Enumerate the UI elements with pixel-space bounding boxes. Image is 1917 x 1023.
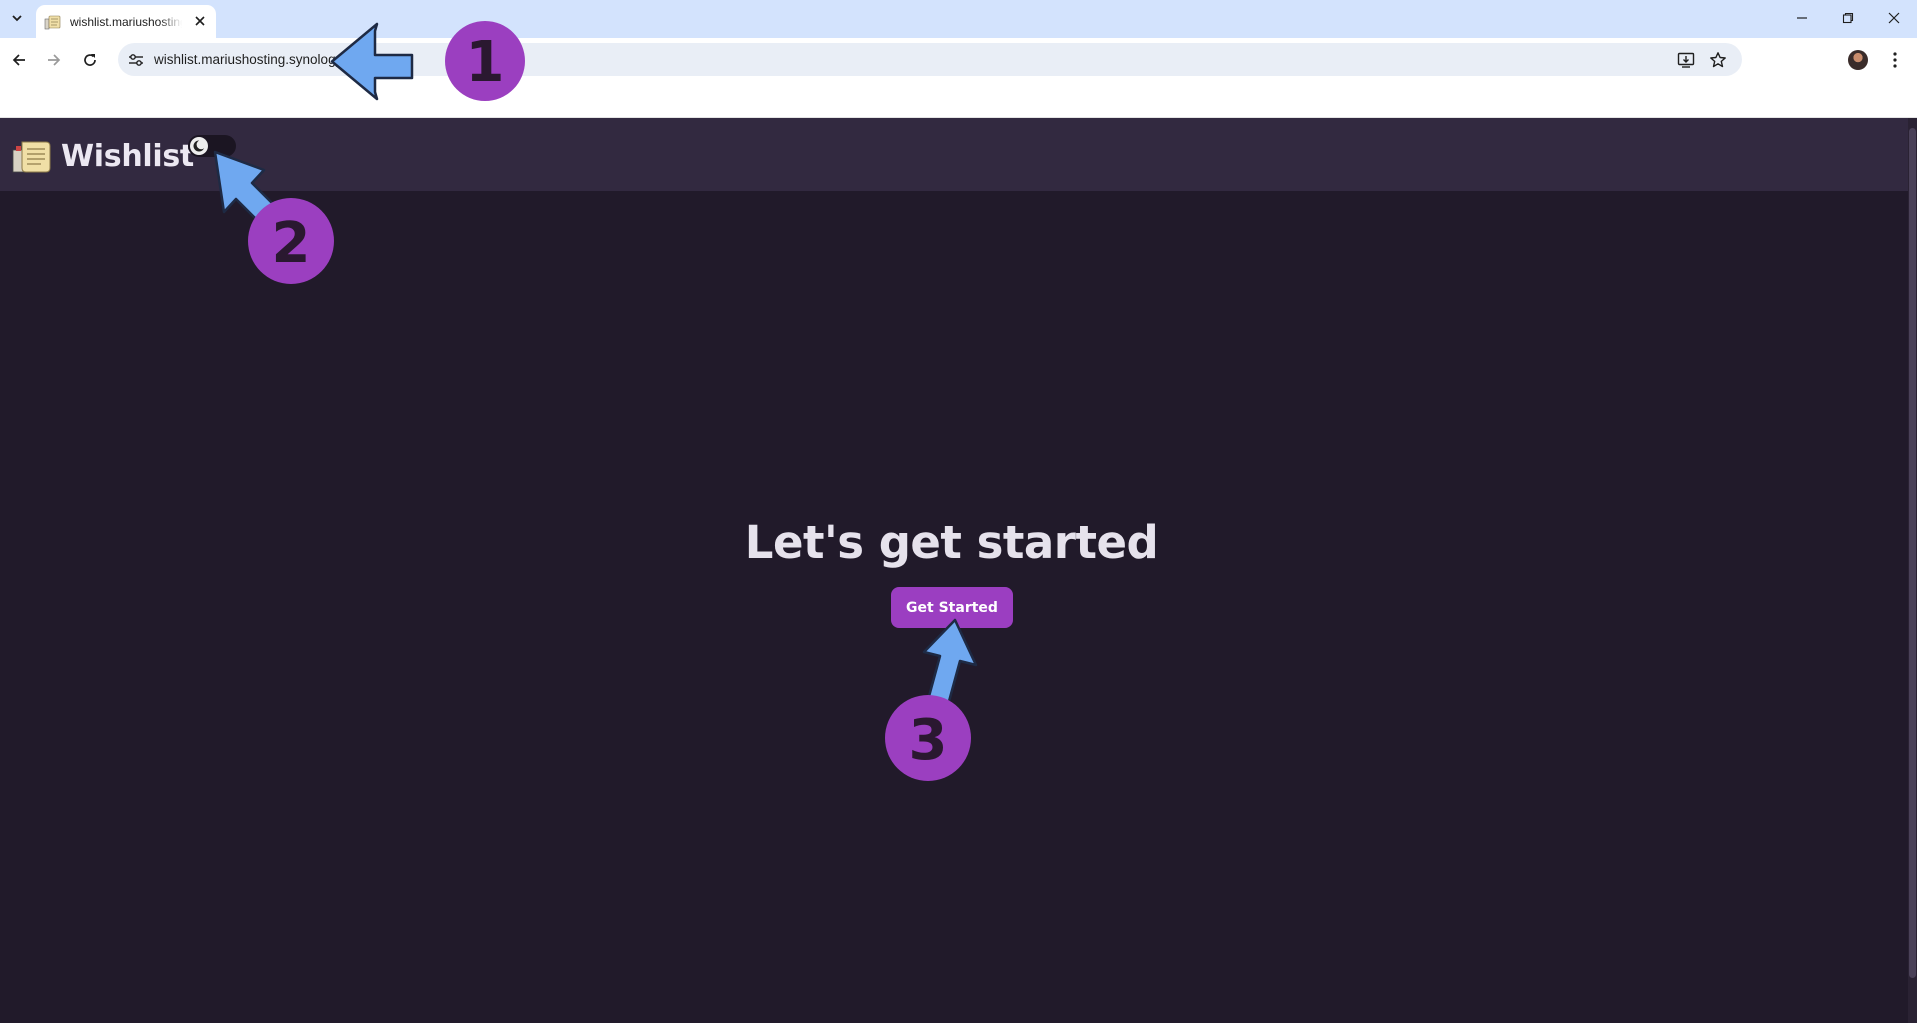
browser-toolbar: wishlist.mariushosting.synology.me — [0, 38, 1917, 82]
reload-icon[interactable] — [78, 48, 102, 72]
app-name: Wishlist — [61, 138, 194, 174]
url-text[interactable]: wishlist.mariushosting.synology.me — [154, 52, 364, 67]
moon-icon — [190, 137, 208, 155]
install-app-icon[interactable] — [1676, 50, 1696, 70]
address-bar[interactable]: wishlist.mariushosting.synology.me — [118, 43, 1742, 76]
wishlist-logo-icon — [12, 141, 51, 173]
close-icon[interactable] — [192, 13, 208, 29]
scroll-thumb[interactable] — [1909, 128, 1916, 978]
browser-tab[interactable]: wishlist.mariushosting.synology.me — [36, 5, 216, 38]
get-started-button[interactable]: Get Started — [891, 587, 1013, 628]
theme-toggle[interactable] — [188, 135, 236, 157]
window-close-icon[interactable] — [1871, 0, 1917, 36]
site-settings-icon[interactable] — [127, 51, 145, 69]
profile-avatar[interactable] — [1848, 50, 1868, 70]
restore-icon[interactable] — [1825, 0, 1871, 36]
more-menu-icon[interactable] — [1883, 48, 1907, 72]
tab-list-icon[interactable] — [5, 6, 29, 30]
minimize-icon[interactable] — [1779, 0, 1825, 36]
back-icon[interactable] — [7, 48, 31, 72]
tab-title: wishlist.mariushosting.synology.me — [70, 14, 182, 29]
forward-icon[interactable] — [42, 48, 66, 72]
browser-tab-strip: wishlist.mariushosting.synology.me — [0, 0, 1917, 38]
toolbar-spacer — [0, 82, 1917, 118]
scrollbar[interactable] — [1908, 118, 1917, 1023]
bookmark-star-icon[interactable] — [1708, 50, 1728, 70]
app-header: Wishlist — [0, 118, 1917, 191]
page-viewport: Wishlist Let's get started Get Started — [0, 118, 1917, 1023]
brand[interactable]: Wishlist — [12, 138, 194, 174]
page-title: Let's get started — [744, 516, 1159, 569]
favicon-icon — [44, 15, 61, 29]
